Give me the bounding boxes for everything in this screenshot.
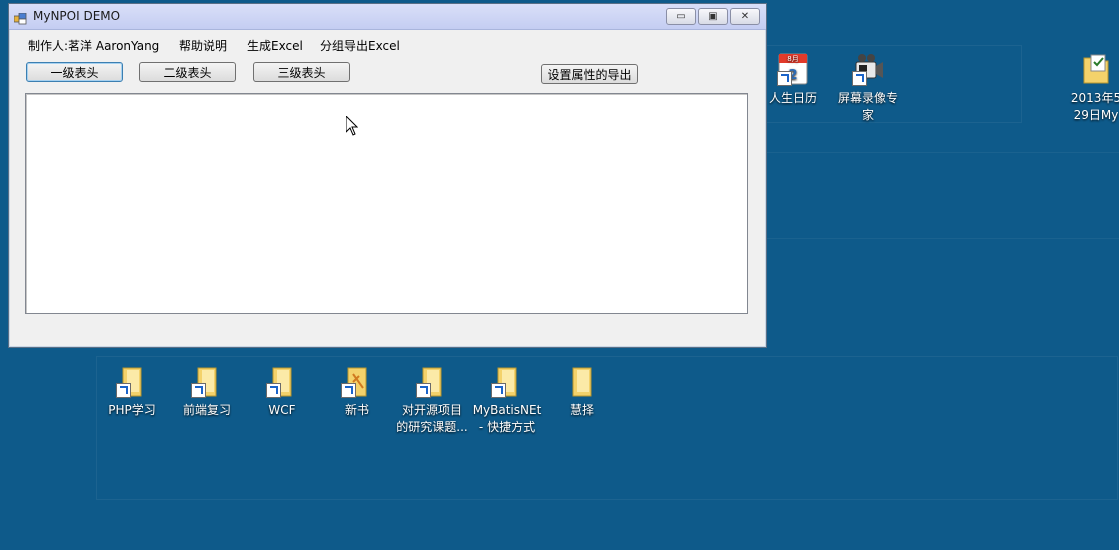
desktop-icon-opensource[interactable]: 对开源项目 的研究课题...: [392, 364, 472, 436]
data-grid[interactable]: [25, 93, 748, 314]
menu-item-author[interactable]: 制作人:茗洋 AaronYang: [28, 37, 159, 54]
calendar-badge: 8月: [787, 55, 798, 63]
desktop-icon-frontend[interactable]: 前端复习: [167, 364, 247, 419]
level2-header-button[interactable]: 二级表头: [139, 62, 236, 82]
shortcut-arrow-icon: [191, 383, 206, 398]
desktop-icon-label: 慧择: [569, 403, 594, 417]
maximize-button[interactable]: ▣: [698, 8, 728, 25]
camera-recorder-icon: [850, 52, 886, 88]
desktop-divider: [766, 152, 1119, 153]
window-title: MyNPOI DEMO: [33, 9, 121, 23]
calendar-icon: 8月 2: [775, 52, 811, 88]
desktop-icon-huize[interactable]: 慧择: [542, 364, 622, 419]
folder-icon: [264, 364, 300, 400]
menu-bar: 制作人:茗洋 AaronYang 帮助说明 生成Excel 分组导出Excel: [9, 30, 766, 56]
level1-header-button[interactable]: 一级表头: [26, 62, 123, 82]
folder-icon: [489, 364, 525, 400]
shortcut-arrow-icon: [852, 71, 867, 86]
app-window: MyNPOI DEMO ▭ ▣ ✕ 制作人:茗洋 AaronYang 帮助说明 …: [8, 3, 767, 348]
desktop-icon-label: 2013年5 29日My: [1070, 91, 1119, 122]
desktop-icon-wcf[interactable]: WCF: [242, 364, 322, 419]
close-button[interactable]: ✕: [730, 8, 760, 25]
desktop-icon-screen-recorder[interactable]: 屏幕录像专 家: [828, 52, 908, 124]
shortcut-arrow-icon: [416, 383, 431, 398]
menu-item-generate-excel[interactable]: 生成Excel: [247, 37, 303, 54]
desktop-icon-mybatis[interactable]: MyBatisNEt - 快捷方式: [467, 364, 547, 436]
desktop-icon-label: PHP学习: [108, 403, 156, 417]
folder-icon: [414, 364, 450, 400]
desktop-icon-label: WCF: [268, 403, 296, 417]
folder-icon: [564, 364, 600, 400]
folder-icon: [339, 364, 375, 400]
title-bar[interactable]: MyNPOI DEMO ▭ ▣ ✕: [9, 4, 766, 30]
desktop-icon-label: 新书: [344, 403, 369, 417]
desktop-icon-label: 屏幕录像专 家: [837, 91, 898, 122]
desktop-divider: [766, 238, 1119, 239]
shortcut-arrow-icon: [491, 383, 506, 398]
desktop-icon-label: 对开源项目 的研究课题...: [396, 403, 468, 434]
document-folder-icon: [1078, 52, 1114, 88]
desktop-icon-label: MyBatisNEt - 快捷方式: [472, 403, 542, 434]
shortcut-arrow-icon: [116, 383, 131, 398]
folder-icon: [189, 364, 225, 400]
minimize-button[interactable]: ▭: [666, 8, 696, 25]
desktop-icon-php[interactable]: PHP学习: [92, 364, 172, 419]
desktop-icon-newbook[interactable]: 新书: [317, 364, 397, 419]
shortcut-arrow-icon: [341, 383, 356, 398]
menu-item-help[interactable]: 帮助说明: [179, 37, 227, 54]
app-icon: [13, 10, 27, 25]
desktop-icon-date-file[interactable]: 2013年5 29日My: [1056, 52, 1119, 124]
level3-header-button[interactable]: 三级表头: [253, 62, 350, 82]
menu-item-group-export-excel[interactable]: 分组导出Excel: [320, 37, 400, 54]
export-with-properties-button[interactable]: 设置属性的导出: [541, 64, 638, 84]
shortcut-arrow-icon: [777, 71, 792, 86]
folder-icon: [114, 364, 150, 400]
shortcut-arrow-icon: [266, 383, 281, 398]
mouse-cursor-icon: [346, 116, 358, 136]
desktop-icon-label: 前端复习: [182, 403, 231, 417]
